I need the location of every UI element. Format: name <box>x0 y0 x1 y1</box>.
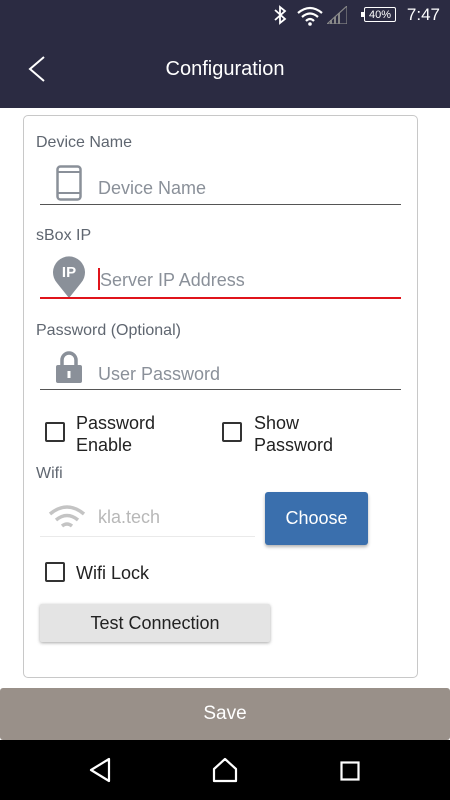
wifi-lock-label: Wifi Lock <box>76 563 150 583</box>
app-bar: Configuration <box>0 30 450 108</box>
wifi-status-icon <box>297 6 323 26</box>
device-name-label: Device Name <box>36 134 133 151</box>
square-recents-icon[interactable] <box>340 761 360 781</box>
wifi-value: kla.tech <box>98 507 161 527</box>
smartphone-icon <box>56 165 82 201</box>
sbox-ip-label: sBox IP <box>36 227 92 244</box>
password-input[interactable] <box>98 362 398 386</box>
password-enable-label: Password Enable <box>76 413 156 455</box>
triangle-back-icon[interactable] <box>88 757 112 783</box>
show-password-label: Show Password <box>254 413 334 455</box>
device-name-input[interactable] <box>98 176 398 200</box>
signal-icon <box>327 6 347 24</box>
server-ip-underline <box>40 297 401 299</box>
ip-badge-text: IP <box>62 264 76 281</box>
server-ip-input[interactable] <box>100 268 398 292</box>
bluetooth-icon <box>274 5 287 25</box>
wifi-label: Wifi <box>36 465 63 482</box>
wifi-field[interactable]: kla.tech <box>40 498 255 537</box>
password-underline <box>40 389 401 390</box>
choose-wifi-button[interactable]: Choose <box>265 492 368 545</box>
lock-icon <box>56 351 82 383</box>
clock: 7:47 <box>406 5 440 24</box>
ip-pin-icon: IP <box>53 256 85 298</box>
wifi-icon <box>48 505 86 528</box>
password-enable-checkbox[interactable] <box>45 422 65 442</box>
test-connection-button[interactable]: Test Connection <box>40 604 270 642</box>
home-icon[interactable] <box>211 757 239 783</box>
navigation-bar <box>0 740 450 800</box>
battery-indicator: 40% <box>361 7 396 22</box>
device-name-underline <box>40 204 401 205</box>
status-bar: 40% 7:47 <box>0 0 450 30</box>
wifi-lock-checkbox[interactable] <box>45 562 65 582</box>
show-password-checkbox[interactable] <box>222 422 242 442</box>
page-title: Configuration <box>165 58 285 80</box>
password-label: Password (Optional) <box>36 322 181 339</box>
save-button[interactable]: Save <box>0 688 450 740</box>
